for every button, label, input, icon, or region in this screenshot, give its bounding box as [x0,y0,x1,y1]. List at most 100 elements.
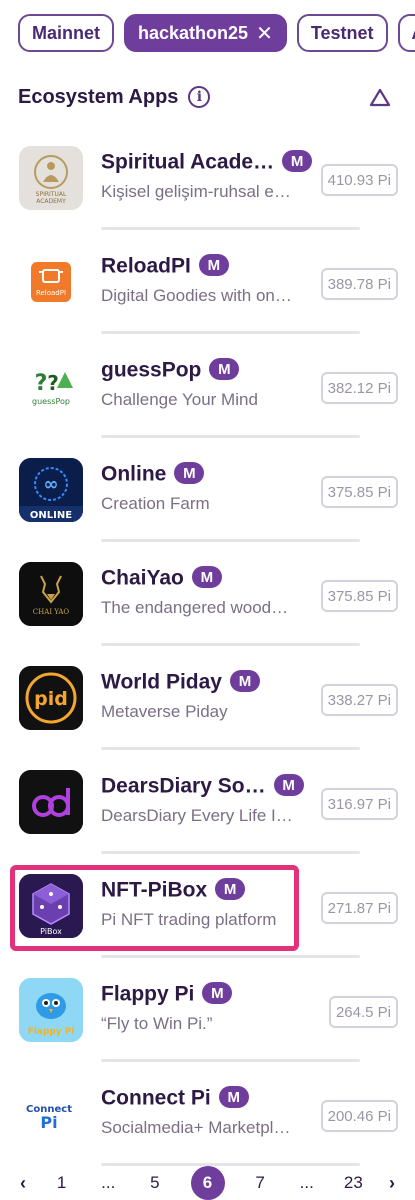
app-name-text: Flappy Pi [101,982,195,1006]
chip-mainnet[interactable]: Mainnet [18,14,115,52]
price-tag: 271.87 Pi [320,892,398,924]
app-title: Flappy Pi M [101,982,233,1007]
app-description: Kişisel gelişim-ruhsal e… [101,182,291,201]
page-ellipsis: ... [299,1173,314,1192]
dearsdiary-logo-icon [19,770,83,834]
price-tag: 200.46 Pi [320,1100,398,1132]
chip-testnet[interactable]: Testnet [296,14,388,52]
mainnet-badge: M [273,774,304,796]
app-row-flappy-pi[interactable]: Flappy Pi Flappy Pi M “Fly to Win Pi.” 26… [0,958,415,1062]
mainnet-badge: M [282,150,313,172]
svg-text:ONLINE: ONLINE [30,510,72,521]
app-title: guessPop M [101,358,240,383]
pibox-logo-icon: PiBox [19,874,83,938]
connect-pi-logo-icon: Connect Pi [19,1082,83,1146]
chip-label: A [412,23,415,44]
page-link[interactable]: 1 [51,1173,73,1193]
world-piday-logo-icon: pid [19,666,83,730]
app-title: ReloadPI M [101,254,229,279]
mainnet-badge: M [174,462,205,484]
svg-text:SPIRITUAL: SPIRITUAL [36,191,67,198]
page-ellipsis: ... [101,1173,116,1192]
app-row-spiritual-academy[interactable]: SPIRITUAL ACADEMY Spiritual Acade… M Kişi… [0,126,415,230]
mainnet-badge: M [202,982,233,1004]
mainnet-badge: M [198,254,229,276]
app-title: NFT-PiBox M [101,878,246,903]
app-row-connect-pi[interactable]: Connect Pi Connect Pi M Socialmedia+ Mark… [0,1062,415,1166]
app-row-dearsdiary[interactable]: DearsDiary So… M DearsDiary Every Life I…… [0,750,415,854]
app-name-text: ReloadPI [101,254,191,278]
svg-text:guessPop: guessPop [32,397,70,406]
app-name-text: DearsDiary So… [101,774,266,798]
app-name-text: Connect Pi [101,1086,211,1110]
chip-label: Mainnet [32,22,101,43]
next-page-icon[interactable]: › [389,1173,395,1194]
reloadpi-logo-icon: ReloadPI [19,250,83,314]
mainnet-badge: M [209,358,240,380]
app-description: DearsDiary Every Life I… [101,806,293,825]
price-tag: 389.78 Pi [320,268,398,300]
filter-chips: Mainnet hackathon25 ✕ Testnet A [18,14,415,54]
prev-page-icon[interactable]: ‹ [20,1173,26,1194]
chip-hackathon25[interactable]: hackathon25 ✕ [124,14,287,52]
app-title: World Piday M [101,670,260,695]
page-link[interactable]: 23 [342,1173,364,1193]
app-description: Pi NFT trading platform [101,910,277,929]
app-row-nft-pibox[interactable]: PiBox NFT-PiBox M Pi NFT trading platform… [0,854,415,958]
price-tag: 375.85 Pi [320,580,398,612]
app-title: Spiritual Acade… M [101,150,313,175]
current-page[interactable]: 6 [190,1166,225,1200]
price-tag: 264.5 Pi [328,996,398,1028]
section-header: Ecosystem Apps i [18,82,391,112]
app-row-guesspop[interactable]: ? ? guessPop guessPop M Challenge Your Mi… [0,334,415,438]
app-name-text: World Piday [101,670,222,694]
guesspop-logo-icon: ? ? guessPop [19,354,83,418]
page-link[interactable]: 5 [144,1173,166,1193]
chip-more[interactable]: A [397,14,415,52]
spiritual-academy-logo-icon: SPIRITUAL ACADEMY [19,146,83,210]
mainnet-badge: M [218,1086,249,1108]
price-tag: 382.12 Pi [320,372,398,404]
app-title: ChaiYao M [101,566,222,591]
app-name-text: NFT-PiBox [101,878,208,902]
svg-text:Flappy Pi: Flappy Pi [28,1027,75,1037]
app-name-text: Online [101,462,167,486]
app-name-text: Spiritual Acade… [101,150,275,174]
app-row-online[interactable]: ∞ ONLINE Online M Creation Farm 375.85 Pi [0,438,415,542]
mainnet-badge: M [229,670,260,692]
chip-label: hackathon25 [138,22,249,43]
svg-text:ReloadPI: ReloadPI [36,289,66,297]
svg-text:pid: pid [34,688,68,710]
mainnet-badge: M [215,878,246,900]
app-row-world-piday[interactable]: pid World Piday M Metaverse Piday 338.27 … [0,646,415,750]
app-row-reloadpi[interactable]: ReloadPI ReloadPI M Digital Goodies with … [0,230,415,334]
svg-text:PiBox: PiBox [40,927,62,936]
svg-text:∞: ∞ [44,474,59,495]
pagination: ‹ 1 ... 5 6 7 ... 23 › [20,1166,395,1200]
svg-text:?: ? [47,371,59,395]
flappy-pi-logo-icon: Flappy Pi [19,978,83,1042]
svg-text:CHAI YAO: CHAI YAO [33,608,70,616]
online-logo-icon: ∞ ONLINE [19,458,83,522]
info-icon[interactable]: i [188,86,211,108]
app-row-chaiyao[interactable]: CHAI YAO ChaiYao M The endangered wood… 3… [0,542,415,646]
price-tag: 338.27 Pi [320,684,398,716]
app-description: Socialmedia+ Marketpl… [101,1118,291,1137]
svg-text:ACADEMY: ACADEMY [36,198,66,205]
price-tag: 410.93 Pi [320,164,398,196]
svg-text:?: ? [35,371,48,396]
app-description: Creation Farm [101,494,210,513]
app-description: The endangered wood… [101,598,289,617]
page-link[interactable]: 7 [249,1173,271,1193]
app-title: Connect Pi M [101,1086,249,1111]
app-description: Metaverse Piday [101,702,228,721]
section-title: Ecosystem Apps [18,85,179,108]
close-icon[interactable]: ✕ [256,21,273,46]
mainnet-badge: M [191,566,222,588]
app-description: Challenge Your Mind [101,390,258,409]
app-title: Online M [101,462,205,487]
app-title: DearsDiary So… M [101,774,304,799]
chaiyao-logo-icon: CHAI YAO [19,562,83,626]
app-description: Digital Goodies with on… [101,286,292,305]
collapse-triangle-icon[interactable] [369,87,391,107]
